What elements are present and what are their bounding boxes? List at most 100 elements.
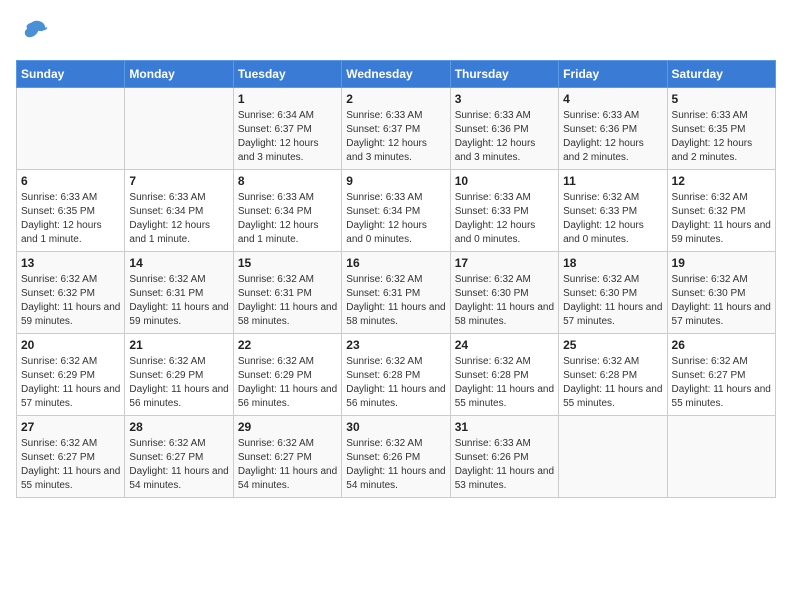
day-info: Sunrise: 6:32 AM Sunset: 6:31 PM Dayligh… (238, 273, 337, 329)
calendar-cell (17, 88, 125, 170)
day-info: Sunrise: 6:32 AM Sunset: 6:30 PM Dayligh… (455, 273, 554, 329)
calendar-table: SundayMondayTuesdayWednesdayThursdayFrid… (16, 60, 776, 498)
day-number: 14 (129, 256, 228, 270)
day-number: 9 (346, 174, 445, 188)
weekday-header: Thursday (450, 61, 558, 88)
day-number: 8 (238, 174, 337, 188)
day-number: 29 (238, 420, 337, 434)
day-number: 30 (346, 420, 445, 434)
calendar-cell: 14 Sunrise: 6:32 AM Sunset: 6:31 PM Dayli… (125, 252, 233, 334)
day-info: Sunrise: 6:32 AM Sunset: 6:32 PM Dayligh… (21, 273, 120, 329)
weekday-header: Saturday (667, 61, 775, 88)
calendar-cell: 21 Sunrise: 6:32 AM Sunset: 6:29 PM Dayli… (125, 334, 233, 416)
day-info: Sunrise: 6:32 AM Sunset: 6:31 PM Dayligh… (346, 273, 445, 329)
day-number: 22 (238, 338, 337, 352)
calendar-cell: 19 Sunrise: 6:32 AM Sunset: 6:30 PM Dayli… (667, 252, 775, 334)
day-info: Sunrise: 6:32 AM Sunset: 6:29 PM Dayligh… (21, 355, 120, 411)
day-info: Sunrise: 6:32 AM Sunset: 6:29 PM Dayligh… (129, 355, 228, 411)
calendar-cell: 26Sunrise: 6:32 AM Sunset: 6:27 PM Dayli… (667, 334, 775, 416)
weekday-header: Monday (125, 61, 233, 88)
day-number: 24 (455, 338, 554, 352)
day-number: 16 (346, 256, 445, 270)
calendar-cell: 10 Sunrise: 6:33 AM Sunset: 6:33 PM Dayli… (450, 170, 558, 252)
calendar-cell: 1Sunrise: 6:34 AM Sunset: 6:37 PM Daylig… (233, 88, 341, 170)
calendar-cell: 24 Sunrise: 6:32 AM Sunset: 6:28 PM Dayli… (450, 334, 558, 416)
day-info: Sunrise: 6:33 AM Sunset: 6:34 PM Dayligh… (129, 191, 228, 247)
calendar-cell: 5 Sunrise: 6:33 AM Sunset: 6:35 PM Daylig… (667, 88, 775, 170)
calendar-cell: 9 Sunrise: 6:33 AM Sunset: 6:34 PM Daylig… (342, 170, 450, 252)
day-number: 28 (129, 420, 228, 434)
weekday-header: Sunday (17, 61, 125, 88)
day-info: Sunrise: 6:32 AM Sunset: 6:28 PM Dayligh… (455, 355, 554, 411)
logo-bird-icon (16, 16, 48, 48)
page-header (16, 16, 776, 48)
day-info: Sunrise: 6:33 AM Sunset: 6:36 PM Dayligh… (455, 109, 554, 165)
calendar-cell (667, 416, 775, 498)
day-number: 23 (346, 338, 445, 352)
day-info: Sunrise: 6:32 AM Sunset: 6:28 PM Dayligh… (346, 355, 445, 411)
calendar-cell: 6 Sunrise: 6:33 AM Sunset: 6:35 PM Daylig… (17, 170, 125, 252)
day-number: 5 (672, 92, 771, 106)
calendar-header: SundayMondayTuesdayWednesdayThursdayFrid… (17, 61, 776, 88)
calendar-cell: 25 Sunrise: 6:32 AM Sunset: 6:28 PM Dayli… (559, 334, 667, 416)
calendar-week-row: 1Sunrise: 6:34 AM Sunset: 6:37 PM Daylig… (17, 88, 776, 170)
calendar-cell (559, 416, 667, 498)
calendar-week-row: 20Sunrise: 6:32 AM Sunset: 6:29 PM Dayli… (17, 334, 776, 416)
day-number: 1 (238, 92, 337, 106)
calendar-cell: 18 Sunrise: 6:32 AM Sunset: 6:30 PM Dayli… (559, 252, 667, 334)
calendar-cell: 30 Sunrise: 6:32 AM Sunset: 6:26 PM Dayli… (342, 416, 450, 498)
calendar-cell: 20Sunrise: 6:32 AM Sunset: 6:29 PM Dayli… (17, 334, 125, 416)
calendar-cell: 31 Sunrise: 6:33 AM Sunset: 6:26 PM Dayli… (450, 416, 558, 498)
calendar-cell: 11 Sunrise: 6:32 AM Sunset: 6:33 PM Dayli… (559, 170, 667, 252)
day-info: Sunrise: 6:32 AM Sunset: 6:27 PM Dayligh… (21, 437, 120, 493)
logo (16, 16, 52, 48)
day-number: 21 (129, 338, 228, 352)
day-info: Sunrise: 6:33 AM Sunset: 6:35 PM Dayligh… (21, 191, 120, 247)
weekday-header: Wednesday (342, 61, 450, 88)
calendar-cell: 2Sunrise: 6:33 AM Sunset: 6:37 PM Daylig… (342, 88, 450, 170)
weekday-header: Tuesday (233, 61, 341, 88)
day-number: 17 (455, 256, 554, 270)
day-info: Sunrise: 6:32 AM Sunset: 6:30 PM Dayligh… (672, 273, 771, 329)
calendar-cell: 8 Sunrise: 6:33 AM Sunset: 6:34 PM Daylig… (233, 170, 341, 252)
calendar-cell: 27Sunrise: 6:32 AM Sunset: 6:27 PM Dayli… (17, 416, 125, 498)
day-number: 25 (563, 338, 662, 352)
day-number: 4 (563, 92, 662, 106)
calendar-cell: 13 Sunrise: 6:32 AM Sunset: 6:32 PM Dayli… (17, 252, 125, 334)
calendar-cell: 15 Sunrise: 6:32 AM Sunset: 6:31 PM Dayli… (233, 252, 341, 334)
day-info: Sunrise: 6:32 AM Sunset: 6:30 PM Dayligh… (563, 273, 662, 329)
day-number: 3 (455, 92, 554, 106)
calendar-cell: 12Sunrise: 6:32 AM Sunset: 6:32 PM Dayli… (667, 170, 775, 252)
day-info: Sunrise: 6:33 AM Sunset: 6:26 PM Dayligh… (455, 437, 554, 493)
calendar-cell: 17 Sunrise: 6:32 AM Sunset: 6:30 PM Dayli… (450, 252, 558, 334)
day-info: Sunrise: 6:33 AM Sunset: 6:34 PM Dayligh… (346, 191, 445, 247)
calendar-cell: 7Sunrise: 6:33 AM Sunset: 6:34 PM Daylig… (125, 170, 233, 252)
day-info: Sunrise: 6:32 AM Sunset: 6:31 PM Dayligh… (129, 273, 228, 329)
day-number: 19 (672, 256, 771, 270)
day-info: Sunrise: 6:32 AM Sunset: 6:33 PM Dayligh… (563, 191, 662, 247)
day-number: 31 (455, 420, 554, 434)
day-number: 12 (672, 174, 771, 188)
day-number: 15 (238, 256, 337, 270)
calendar-cell: 22 Sunrise: 6:32 AM Sunset: 6:29 PM Dayli… (233, 334, 341, 416)
calendar-cell: 16 Sunrise: 6:32 AM Sunset: 6:31 PM Dayli… (342, 252, 450, 334)
day-info: Sunrise: 6:32 AM Sunset: 6:26 PM Dayligh… (346, 437, 445, 493)
calendar-week-row: 13 Sunrise: 6:32 AM Sunset: 6:32 PM Dayli… (17, 252, 776, 334)
calendar-week-row: 6 Sunrise: 6:33 AM Sunset: 6:35 PM Daylig… (17, 170, 776, 252)
day-number: 10 (455, 174, 554, 188)
day-number: 6 (21, 174, 120, 188)
day-info: Sunrise: 6:33 AM Sunset: 6:34 PM Dayligh… (238, 191, 337, 247)
day-number: 13 (21, 256, 120, 270)
calendar-cell: 29Sunrise: 6:32 AM Sunset: 6:27 PM Dayli… (233, 416, 341, 498)
calendar-cell: 28 Sunrise: 6:32 AM Sunset: 6:27 PM Dayli… (125, 416, 233, 498)
day-info: Sunrise: 6:33 AM Sunset: 6:37 PM Dayligh… (346, 109, 445, 165)
day-number: 11 (563, 174, 662, 188)
day-info: Sunrise: 6:33 AM Sunset: 6:35 PM Dayligh… (672, 109, 771, 165)
day-info: Sunrise: 6:32 AM Sunset: 6:29 PM Dayligh… (238, 355, 337, 411)
day-info: Sunrise: 6:32 AM Sunset: 6:28 PM Dayligh… (563, 355, 662, 411)
day-info: Sunrise: 6:32 AM Sunset: 6:27 PM Dayligh… (129, 437, 228, 493)
day-number: 18 (563, 256, 662, 270)
day-info: Sunrise: 6:33 AM Sunset: 6:36 PM Dayligh… (563, 109, 662, 165)
weekday-header: Friday (559, 61, 667, 88)
day-info: Sunrise: 6:33 AM Sunset: 6:33 PM Dayligh… (455, 191, 554, 247)
